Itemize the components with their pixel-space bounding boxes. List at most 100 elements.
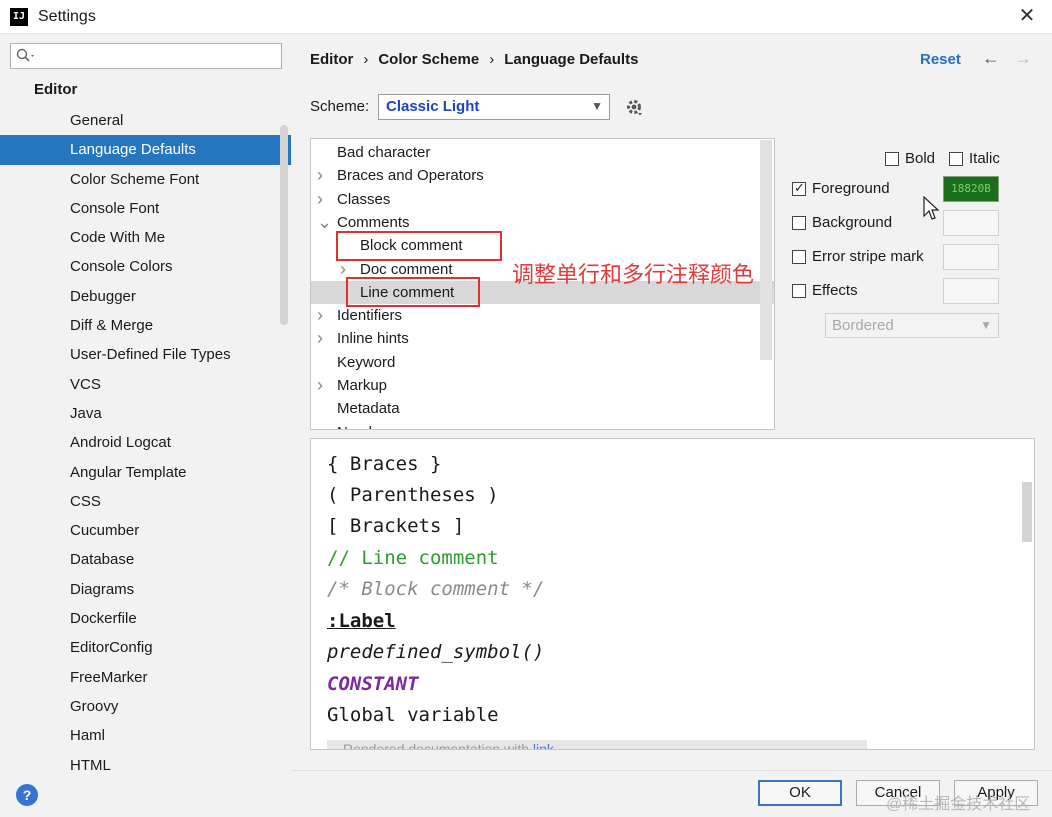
chevron-right-icon[interactable]: ›: [317, 164, 323, 187]
preview-scrollbar[interactable]: [1022, 482, 1032, 542]
sidebar-scrollbar[interactable]: [280, 125, 288, 325]
watermark: @稀土掘金技术社区: [886, 796, 1031, 813]
sidebar-item-diagrams[interactable]: Diagrams: [0, 575, 291, 604]
preview-doc-link[interactable]: link: [533, 741, 554, 749]
search-icon: [16, 48, 34, 62]
reset-link[interactable]: Reset: [920, 51, 961, 68]
sidebar-item-editorconfig[interactable]: EditorConfig: [0, 633, 291, 662]
sidebar-item-dockerfile[interactable]: Dockerfile: [0, 604, 291, 633]
help-button[interactable]: ?: [16, 784, 38, 806]
bold-checkbox[interactable]: [885, 152, 899, 166]
sidebar-item-haml[interactable]: Haml: [0, 721, 291, 750]
sidebar-item-html[interactable]: HTML: [0, 751, 291, 770]
breadcrumb: Editor › Color Scheme › Language Defaults: [310, 51, 638, 68]
effects-checkbox[interactable]: [792, 284, 806, 298]
tree-row-inline-hints[interactable]: › Inline hints: [311, 327, 774, 350]
tree-row-label: Identifiers: [337, 307, 403, 325]
intellij-app-icon: IJ: [10, 8, 28, 26]
annotation-text: 调整单行和多行注释颜色: [512, 263, 755, 288]
error-stripe-checkbox[interactable]: [792, 250, 806, 264]
scheme-dropdown[interactable]: Classic Light ▼: [378, 94, 610, 120]
error-stripe-color-swatch[interactable]: [943, 244, 999, 270]
sidebar-item-freemarker[interactable]: FreeMarker: [0, 663, 291, 692]
italic-checkbox[interactable]: [949, 152, 963, 166]
mouse-cursor-icon: [923, 196, 940, 220]
breadcrumb-language-defaults: Language Defaults: [504, 51, 639, 68]
effects-style-value: Bordered: [832, 317, 894, 334]
tree-row-label: Markup: [337, 377, 388, 394]
sidebar-item-console-colors[interactable]: Console Colors: [0, 252, 291, 281]
chevron-right-icon[interactable]: ›: [317, 304, 323, 327]
tree-row-markup[interactable]: › Markup: [311, 374, 774, 397]
sidebar-item-cucumber[interactable]: Cucumber: [0, 516, 291, 545]
sidebar-item-database[interactable]: Database: [0, 545, 291, 574]
ok-button[interactable]: OK: [758, 780, 842, 806]
preview-doc-bar: Rendered documentation with link: [327, 740, 867, 750]
chevron-down-icon: ▼: [591, 99, 603, 113]
tree-row-label: Numbers: [337, 421, 398, 429]
tree-row-label: Inline hints: [337, 330, 409, 348]
sidebar-item-android-logcat[interactable]: Android Logcat: [0, 428, 291, 457]
tree-row-numbers[interactable]: Numbers: [311, 421, 774, 429]
tree-row-braces-and-operators[interactable]: › Braces and Operators: [311, 164, 774, 187]
foreground-checkbox[interactable]: [792, 180, 806, 196]
sidebar-root-editor[interactable]: Editor: [34, 81, 77, 98]
background-checkbox[interactable]: [792, 216, 806, 230]
highlight-box-line-comment: [346, 277, 480, 307]
chevron-down-icon[interactable]: ⌄: [317, 211, 332, 234]
tree-row-keyword[interactable]: Keyword: [311, 351, 774, 374]
sidebar-item-language-defaults[interactable]: Language Defaults: [0, 135, 291, 165]
tree-scrollbar[interactable]: [760, 140, 772, 360]
preview-cut-line: [327, 439, 396, 449]
highlight-box-block-comment: [336, 231, 502, 261]
breadcrumb-editor[interactable]: Editor: [310, 51, 353, 68]
forward-arrow-icon[interactable]: →: [1014, 48, 1032, 69]
preview-brackets: [ Brackets ]: [327, 515, 465, 537]
back-arrow-icon[interactable]: ←: [982, 48, 1000, 69]
tree-row-metadata[interactable]: Metadata: [311, 397, 774, 420]
preview-doc-text: Rendered documentation with: [343, 741, 530, 750]
preview-parentheses: ( Parentheses ): [327, 484, 499, 506]
title-bar: IJ Settings ✕: [0, 0, 1052, 34]
sidebar-item-vcs[interactable]: VCS: [0, 370, 291, 399]
sidebar-item-debugger[interactable]: Debugger: [0, 282, 291, 311]
chevron-right-icon[interactable]: ›: [317, 188, 323, 211]
sidebar-item-code-with-me[interactable]: Code With Me: [0, 223, 291, 252]
background-color-swatch[interactable]: [943, 210, 999, 236]
foreground-label: Foreground: [812, 180, 890, 197]
background-label: Background: [812, 214, 893, 231]
search-input[interactable]: [10, 43, 282, 69]
tree-row-bad-character[interactable]: Bad character: [311, 141, 774, 164]
chevron-right-icon[interactable]: ›: [317, 374, 323, 397]
code-preview[interactable]: { Braces } ( Parentheses ) [ Brackets ] …: [310, 438, 1035, 750]
effects-color-swatch[interactable]: [943, 278, 999, 304]
breadcrumb-separator: ›: [363, 51, 369, 68]
tree-row-label: Classes: [337, 190, 391, 208]
sidebar-item-console-font[interactable]: Console Font: [0, 194, 291, 223]
foreground-color-swatch[interactable]: 18820B: [943, 176, 999, 202]
tree-row-identifiers[interactable]: › Identifiers: [311, 304, 774, 327]
sidebar-item-angular-template[interactable]: Angular Template: [0, 458, 291, 487]
gear-icon[interactable]: [624, 97, 644, 117]
preview-predefined-symbol: predefined_symbol(): [327, 641, 545, 663]
sidebar-item-general[interactable]: General: [0, 106, 291, 135]
effects-style-dropdown[interactable]: Bordered ▼: [825, 313, 999, 338]
tree-row-classes[interactable]: › Classes: [311, 188, 774, 211]
sidebar-item-css[interactable]: CSS: [0, 487, 291, 516]
sidebar-item-java[interactable]: Java: [0, 399, 291, 428]
close-icon[interactable]: ✕: [1016, 5, 1038, 27]
sidebar-item-groovy[interactable]: Groovy: [0, 692, 291, 721]
sidebar-item-color-scheme-font[interactable]: Color Scheme Font: [0, 165, 291, 194]
error-stripe-label: Error stripe mark: [812, 248, 924, 265]
sidebar-item-diff-merge[interactable]: Diff & Merge: [0, 311, 291, 340]
settings-sidebar: Editor General Language Defaults Color Sch…: [0, 35, 291, 770]
breadcrumb-separator: ›: [489, 51, 495, 68]
sidebar-item-user-defined-file-types[interactable]: User-Defined File Types: [0, 340, 291, 369]
chevron-right-icon[interactable]: ›: [317, 327, 323, 350]
preview-global-variable: Global variable: [327, 704, 499, 726]
tree-row-label: Braces and Operators: [337, 167, 484, 185]
italic-label: Italic: [969, 150, 1000, 167]
tree-row-label: Keyword: [337, 353, 396, 371]
breadcrumb-color-scheme[interactable]: Color Scheme: [378, 51, 479, 68]
preview-line-comment: // Line comment: [327, 547, 499, 569]
